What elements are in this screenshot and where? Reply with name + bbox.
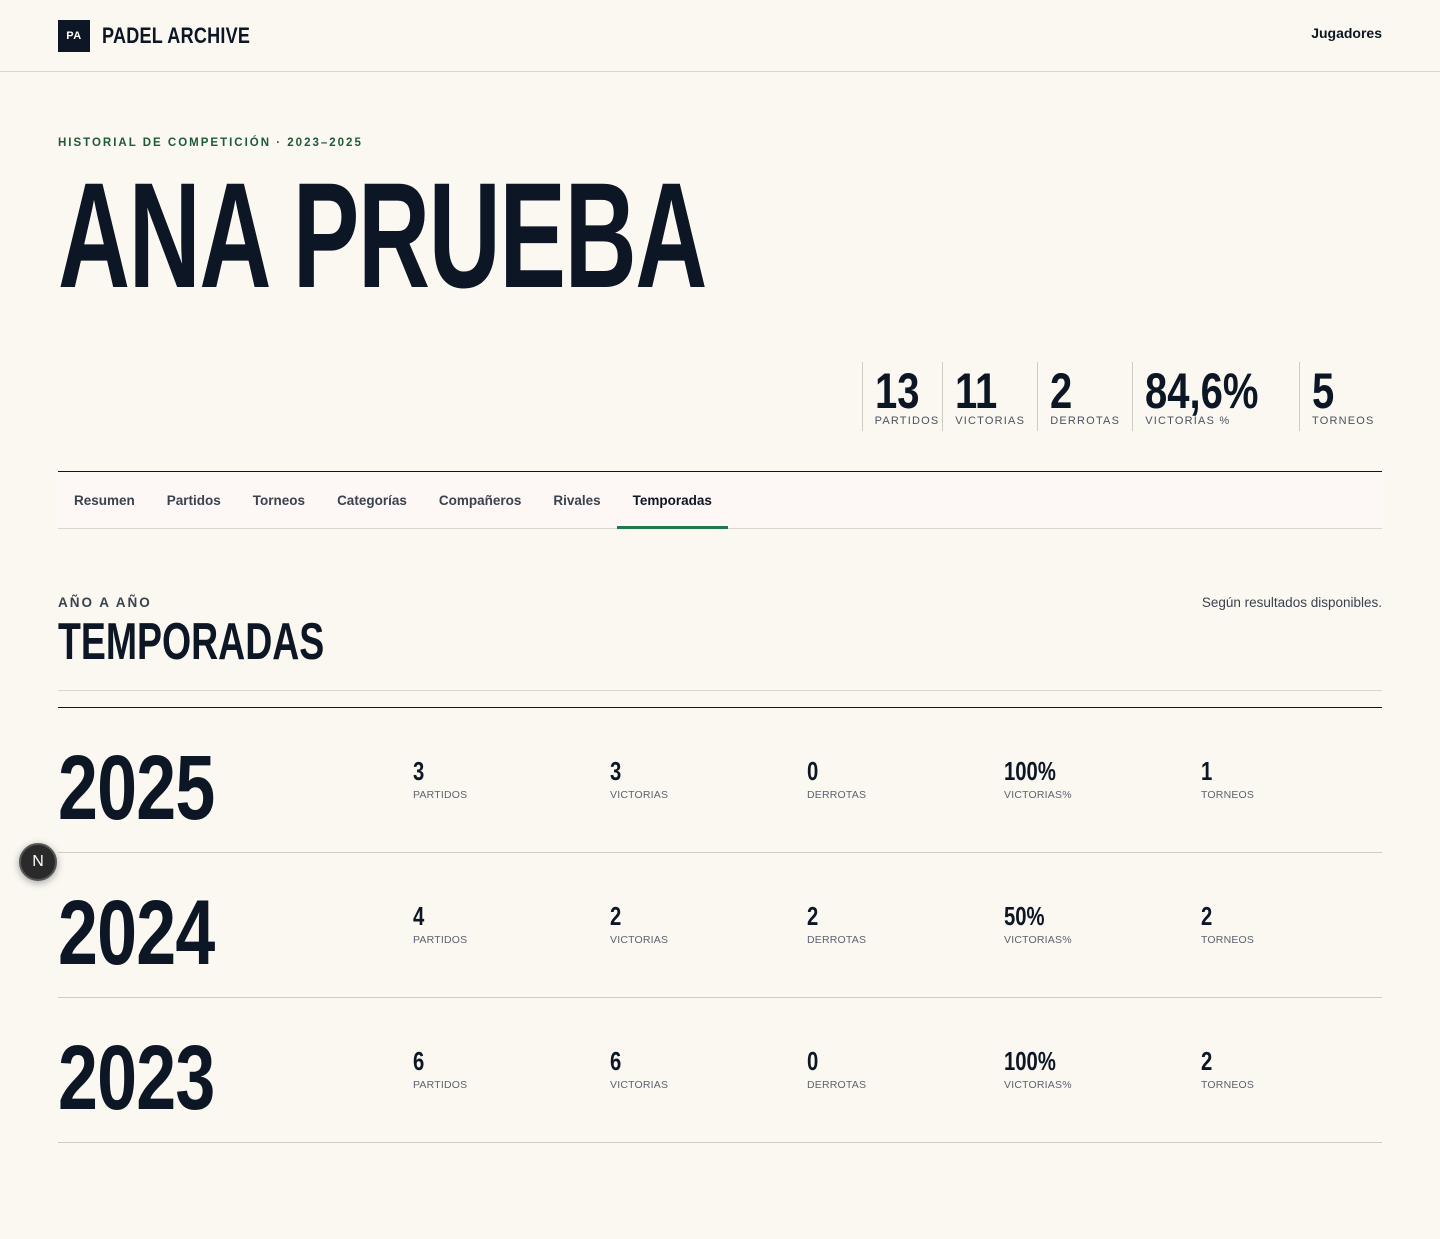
cell-value: 2 — [807, 901, 819, 931]
season-cell-torneos: 2 TORNEOS — [1201, 1048, 1254, 1091]
season-cell-torneos: 2 TORNEOS — [1201, 903, 1254, 946]
stat-value: 84,6% — [1145, 363, 1259, 419]
dev-tools-badge[interactable]: N — [19, 843, 57, 881]
cell-label: DERROTAS — [807, 789, 867, 801]
season-row-2023: 2023 6 PARTIDOS 6 VICTORIAS 0 DERROTAS 1… — [58, 998, 1382, 1143]
logo-mark: PA — [58, 20, 90, 52]
tab-torneos[interactable]: Torneos — [237, 472, 321, 528]
season-year: 2025 — [58, 737, 215, 839]
season-cell-partidos: 4 PARTIDOS — [413, 903, 467, 946]
cell-value: 2 — [1201, 1046, 1213, 1076]
cell-value: 0 — [807, 756, 819, 786]
season-cell-victorias: 3 VICTORIAS — [610, 758, 668, 801]
cell-value: 3 — [610, 756, 622, 786]
nav-link-jugadores[interactable]: Jugadores — [1311, 25, 1382, 41]
site-logo[interactable]: PA PADEL ARCHIVE — [58, 20, 283, 52]
cell-value: 6 — [413, 1046, 425, 1076]
stat-value: 13 — [874, 363, 920, 419]
season-cell-victorias-pct: 100% VICTORIAS% — [1004, 758, 1072, 801]
section-divider — [58, 690, 1382, 691]
season-cell-victorias-pct: 100% VICTORIAS% — [1004, 1048, 1072, 1091]
cell-value: 2 — [610, 901, 622, 931]
cell-value: 100% — [1004, 1046, 1056, 1076]
cell-label: PARTIDOS — [413, 934, 468, 946]
tab-categorias[interactable]: Categorías — [321, 472, 423, 528]
cell-label: TORNEOS — [1201, 1079, 1255, 1091]
cell-label: DERROTAS — [807, 1079, 867, 1091]
season-cell-victorias-pct: 50% VICTORIAS% — [1004, 903, 1072, 946]
cell-label: PARTIDOS — [413, 789, 468, 801]
stat-label: PARTIDOS — [874, 415, 940, 427]
stat-victorias: 11 VICTORIAS — [942, 362, 1037, 431]
cell-value: 6 — [610, 1046, 622, 1076]
stat-label: VICTORIAS — [955, 415, 1026, 427]
logo-text: PADEL ARCHIVE — [102, 23, 251, 48]
stat-partidos: 13 PARTIDOS — [861, 362, 943, 431]
cell-label: DERROTAS — [807, 934, 867, 946]
cell-label: PARTIDOS — [413, 1079, 468, 1091]
season-cell-victorias: 2 VICTORIAS — [610, 903, 668, 946]
section-eyebrow: AÑO A AÑO — [58, 595, 152, 610]
hero-eyebrow: HISTORIAL DE COMPETICIÓN · 2023–2025 — [58, 137, 363, 149]
stat-derrotas: 2 DERROTAS — [1037, 362, 1132, 431]
cell-label: VICTORIAS% — [1004, 1079, 1072, 1091]
cell-value: 50% — [1004, 901, 1045, 931]
player-name: ANA PRUEBA — [58, 151, 707, 319]
season-cell-derrotas: 0 DERROTAS — [807, 758, 866, 801]
summary-stats: 13 PARTIDOS 11 VICTORIAS 2 DERROTAS 84,6… — [861, 362, 1382, 431]
season-year: 2024 — [58, 882, 215, 984]
section-note: Según resultados disponibles. — [1201, 595, 1382, 610]
season-cell-partidos: 6 PARTIDOS — [413, 1048, 467, 1091]
season-year: 2023 — [58, 1027, 215, 1129]
season-cell-derrotas: 2 DERROTAS — [807, 903, 866, 946]
cell-value: 2 — [1201, 901, 1213, 931]
stat-value: 5 — [1312, 363, 1335, 419]
season-cell-partidos: 3 PARTIDOS — [413, 758, 467, 801]
stat-label: VICTORIAS % — [1145, 415, 1231, 427]
cell-value: 100% — [1004, 756, 1056, 786]
stat-torneos: 5 TORNEOS — [1299, 362, 1382, 431]
section-title: TEMPORADAS — [58, 613, 325, 671]
top-bar: PA PADEL ARCHIVE Jugadores — [0, 0, 1440, 72]
cell-label: VICTORIAS — [610, 789, 669, 801]
season-cell-torneos: 1 TORNEOS — [1201, 758, 1254, 801]
stat-value: 2 — [1050, 363, 1073, 419]
tab-partidos[interactable]: Partidos — [151, 472, 237, 528]
cell-label: VICTORIAS% — [1004, 934, 1072, 946]
tab-rivales[interactable]: Rivales — [537, 472, 616, 528]
cell-label: VICTORIAS% — [1004, 789, 1072, 801]
season-cell-derrotas: 0 DERROTAS — [807, 1048, 866, 1091]
stat-label: TORNEOS — [1312, 415, 1375, 427]
tab-companeros[interactable]: Compañeros — [423, 472, 538, 528]
cell-label: VICTORIAS — [610, 934, 669, 946]
season-cell-victorias: 6 VICTORIAS — [610, 1048, 668, 1091]
tab-temporadas[interactable]: Temporadas — [616, 472, 729, 529]
cell-value: 4 — [413, 901, 425, 931]
cell-value: 3 — [413, 756, 425, 786]
profile-tabs: Resumen Partidos Torneos Categorías Comp… — [58, 471, 1382, 529]
stat-label: DERROTAS — [1050, 415, 1121, 427]
cell-value: 0 — [807, 1046, 819, 1076]
season-row-2025: 2025 3 PARTIDOS 3 VICTORIAS 0 DERROTAS 1… — [58, 708, 1382, 853]
tab-resumen[interactable]: Resumen — [58, 472, 151, 528]
stat-victorias-pct: 84,6% VICTORIAS % — [1132, 362, 1299, 431]
stat-value: 11 — [955, 363, 998, 419]
cell-label: VICTORIAS — [610, 1079, 669, 1091]
cell-label: TORNEOS — [1201, 934, 1255, 946]
cell-label: TORNEOS — [1201, 789, 1255, 801]
season-row-2024: 2024 4 PARTIDOS 2 VICTORIAS 2 DERROTAS 5… — [58, 853, 1382, 998]
cell-value: 1 — [1201, 756, 1213, 786]
n-logo-icon: N — [32, 853, 44, 870]
